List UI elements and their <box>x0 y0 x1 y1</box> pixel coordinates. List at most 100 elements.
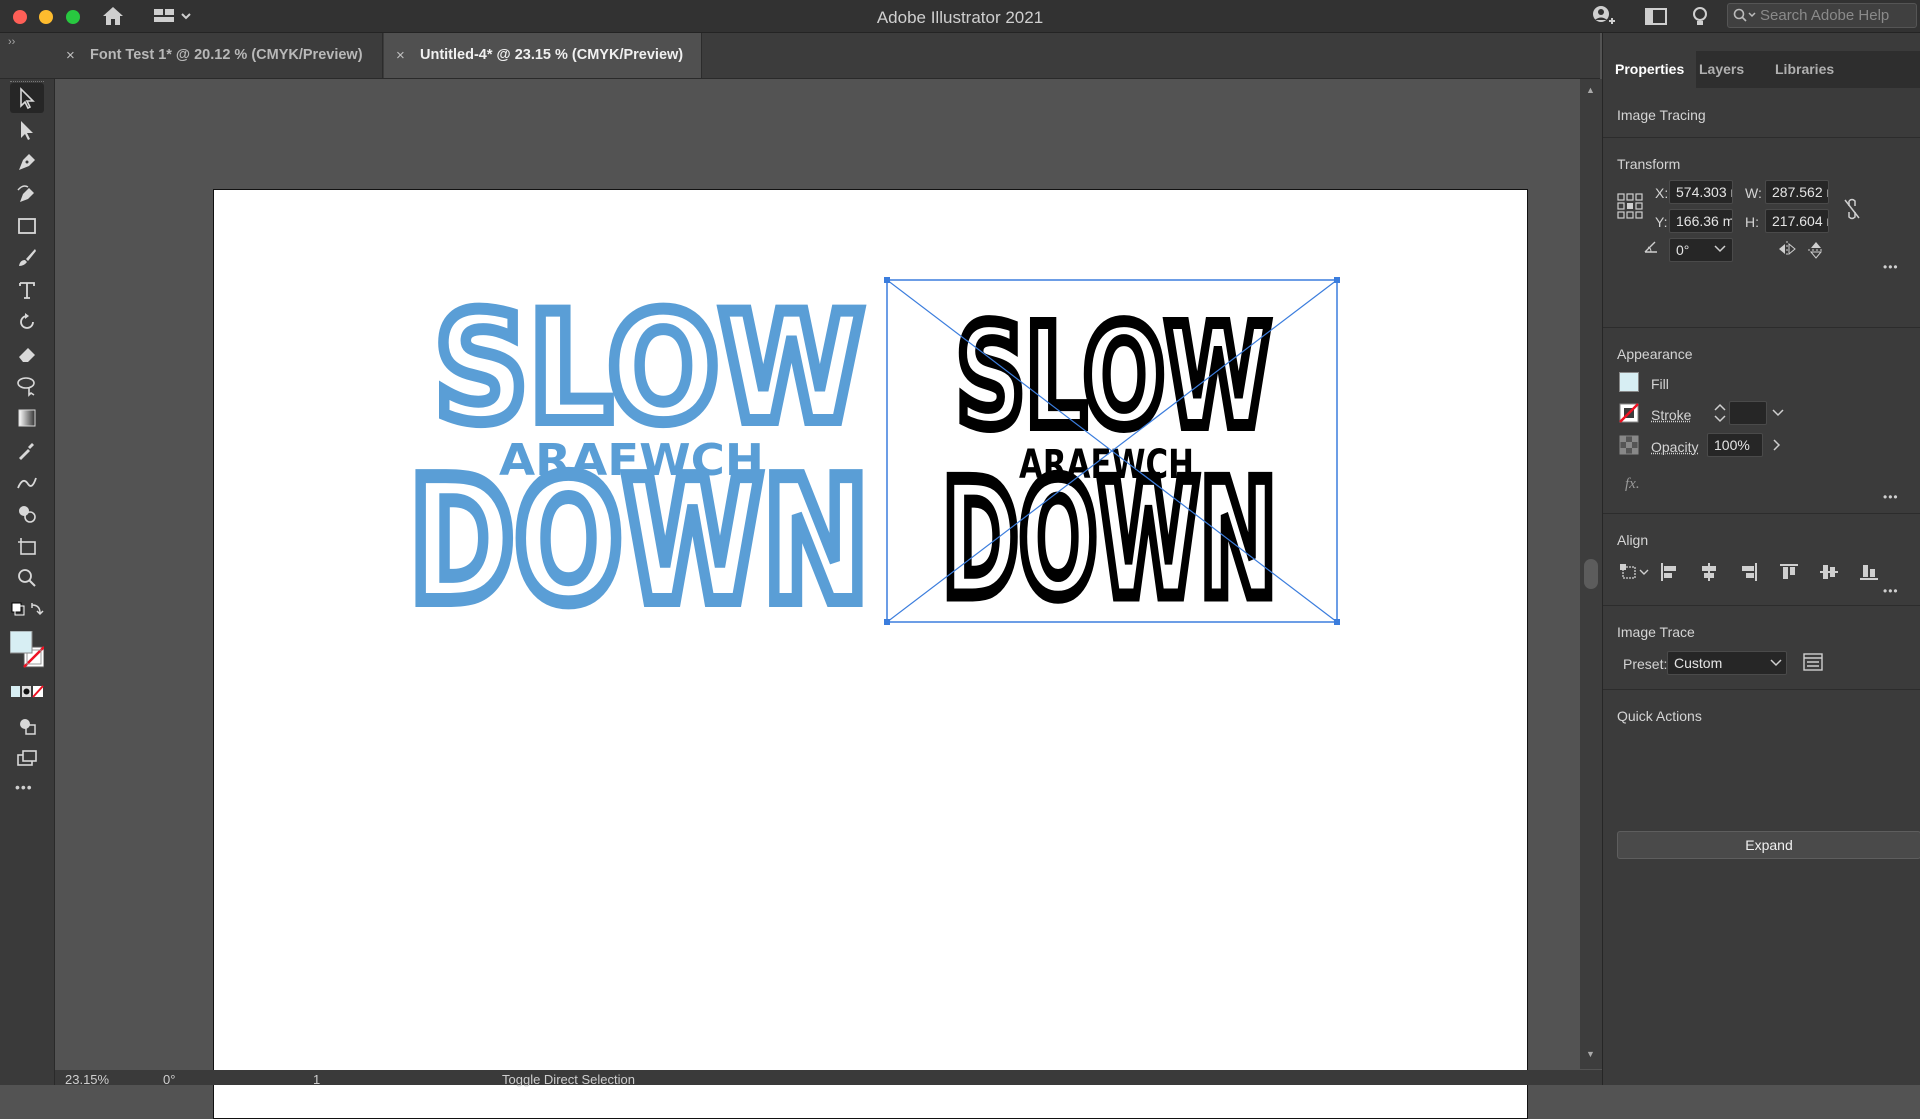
resize-handle[interactable] <box>1334 619 1340 625</box>
zoom-tool[interactable] <box>10 563 44 593</box>
y-position-field[interactable]: 166.36 m <box>1669 209 1733 233</box>
type-tool[interactable] <box>10 275 44 305</box>
stroke-none-swatch-icon[interactable] <box>1619 403 1639 423</box>
close-window-button[interactable] <box>13 10 27 24</box>
share-user-icon[interactable] <box>1590 4 1616 28</box>
traced-artwork-blue[interactable]: SLOW ARAFWCH DOWN <box>402 276 876 648</box>
selection-context-label: Image Tracing <box>1617 107 1706 123</box>
arrange-documents-icon[interactable] <box>1643 4 1669 28</box>
stroke-label[interactable]: Stroke <box>1651 407 1691 423</box>
opacity-label[interactable]: Opacity <box>1651 439 1698 455</box>
eyedropper-icon <box>19 443 34 460</box>
fill-label[interactable]: Fill <box>1651 376 1669 392</box>
default-swap-fill-stroke[interactable] <box>10 599 44 621</box>
help-search-box[interactable] <box>1727 3 1917 28</box>
y-label: Y: <box>1655 214 1668 230</box>
scroll-down-icon[interactable]: ▼ <box>1586 1049 1595 1059</box>
tab-properties[interactable]: Properties <box>1603 51 1697 88</box>
resize-handle[interactable] <box>1334 277 1340 283</box>
align-right-icon[interactable] <box>1739 562 1759 582</box>
document-tab-bar: ›› × Font Test 1* @ 20.12 % (CMYK/Previe… <box>0 33 1600 79</box>
transform-title: Transform <box>1617 156 1681 172</box>
x-label: X: <box>1655 185 1669 201</box>
eyedropper-tool[interactable] <box>10 435 44 465</box>
tab-layers[interactable]: Layers <box>1687 51 1756 88</box>
blend-tool[interactable] <box>10 467 44 497</box>
blend-icon <box>17 477 37 489</box>
home-icon[interactable] <box>100 4 126 28</box>
paintbrush-tool[interactable] <box>10 243 44 273</box>
gradient-icon <box>18 409 36 427</box>
align-vertical-center-icon[interactable] <box>1819 562 1839 582</box>
tab-close-icon[interactable]: × <box>66 33 75 78</box>
gradient-tool[interactable] <box>10 403 44 433</box>
direct-selection-tool[interactable] <box>10 115 44 145</box>
lasso-tool[interactable] <box>10 371 44 401</box>
stroke-weight-field[interactable] <box>1729 401 1767 425</box>
appearance-more-options-icon[interactable]: ••• <box>1883 490 1899 504</box>
search-input[interactable] <box>1760 6 1910 25</box>
align-top-icon[interactable] <box>1779 562 1799 582</box>
chevron-down-icon[interactable] <box>1769 658 1783 668</box>
tab-untitled-4[interactable]: × Untitled-4* @ 23.15 % (CMYK/Preview) <box>384 33 702 78</box>
opacity-field[interactable]: 100% <box>1707 433 1763 457</box>
artboard[interactable]: SLOW ARAFWCH DOWN SLOW ARAFWCH DOWN <box>213 189 1528 1119</box>
curvature-tool[interactable] <box>10 179 44 209</box>
artboard-tool[interactable] <box>10 531 44 561</box>
lightbulb-icon[interactable] <box>1687 4 1713 28</box>
resize-handle[interactable] <box>884 619 890 625</box>
shape-builder-tool[interactable] <box>10 499 44 529</box>
tools-panel: ••• <box>0 79 55 1085</box>
chevron-down-icon[interactable] <box>1771 408 1785 418</box>
minimize-window-button[interactable] <box>39 10 53 24</box>
tab-close-icon[interactable]: × <box>396 33 405 78</box>
draw-mode-tool[interactable] <box>10 711 44 741</box>
fx-effects-button[interactable]: fx. <box>1625 476 1640 493</box>
scroll-up-icon[interactable]: ▲ <box>1586 85 1595 95</box>
edit-toolbar-more-icon[interactable]: ••• <box>15 779 33 795</box>
align-more-options-icon[interactable]: ••• <box>1883 584 1899 598</box>
align-title: Align <box>1617 532 1649 548</box>
canvas-area[interactable]: SLOW ARAFWCH DOWN SLOW ARAFWCH DOWN <box>55 79 1580 1119</box>
reference-point-icon[interactable] <box>1617 193 1643 219</box>
collapse-toolbar-icon[interactable]: ›› <box>8 36 15 48</box>
align-horizontal-center-icon[interactable] <box>1699 562 1719 582</box>
constrain-proportions-icon[interactable] <box>1843 198 1861 220</box>
workspace-switcher-icon[interactable] <box>150 4 198 28</box>
direct-selection-arrow-icon <box>21 121 33 140</box>
align-to-dropdown-icon[interactable] <box>1619 562 1651 582</box>
screen-mode-tool[interactable] <box>10 743 44 773</box>
tab-label: Untitled-4* @ 23.15 % (CMYK/Preview) <box>420 47 684 63</box>
image-trace-title: Image Trace <box>1617 624 1695 640</box>
rectangle-tool[interactable] <box>10 211 44 241</box>
appearance-title: Appearance <box>1617 346 1693 362</box>
x-position-field[interactable]: 574.303 r <box>1669 180 1733 204</box>
fill-color-swatch[interactable] <box>1619 372 1639 392</box>
opacity-checker-icon <box>1619 435 1639 455</box>
image-trace-panel-icon[interactable] <box>1803 652 1823 672</box>
eraser-tool[interactable] <box>10 339 44 369</box>
stroke-weight-stepper-icon[interactable] <box>1713 402 1727 424</box>
vertical-scrollbar[interactable]: ▲ ▼ <box>1580 79 1602 1069</box>
pen-tool[interactable] <box>10 147 44 177</box>
align-left-icon[interactable] <box>1659 562 1679 582</box>
traced-artwork-black[interactable]: SLOW ARAFWCH DOWN <box>936 290 1284 640</box>
resize-handle[interactable] <box>884 277 890 283</box>
flip-horizontal-icon[interactable] <box>1777 240 1797 258</box>
color-mode-buttons[interactable] <box>10 682 44 702</box>
scroll-thumb[interactable] <box>1584 559 1598 589</box>
width-field[interactable]: 287.562 r <box>1765 180 1829 204</box>
rotate-tool[interactable] <box>10 307 44 337</box>
fill-stroke-swatches[interactable] <box>10 631 44 673</box>
tab-libraries[interactable]: Libraries <box>1763 51 1846 88</box>
tab-font-test[interactable]: × Font Test 1* @ 20.12 % (CMYK/Preview) <box>54 33 383 78</box>
transform-more-options-icon[interactable]: ••• <box>1883 260 1899 274</box>
chevron-down-icon[interactable] <box>1713 244 1727 254</box>
align-bottom-icon[interactable] <box>1859 562 1879 582</box>
expand-button[interactable]: Expand <box>1617 831 1920 859</box>
zoom-window-button[interactable] <box>66 10 80 24</box>
flip-vertical-icon[interactable] <box>1807 240 1825 260</box>
selection-tool[interactable] <box>10 83 44 113</box>
chevron-right-icon[interactable] <box>1771 438 1783 452</box>
height-field[interactable]: 217.604 r <box>1765 209 1829 233</box>
